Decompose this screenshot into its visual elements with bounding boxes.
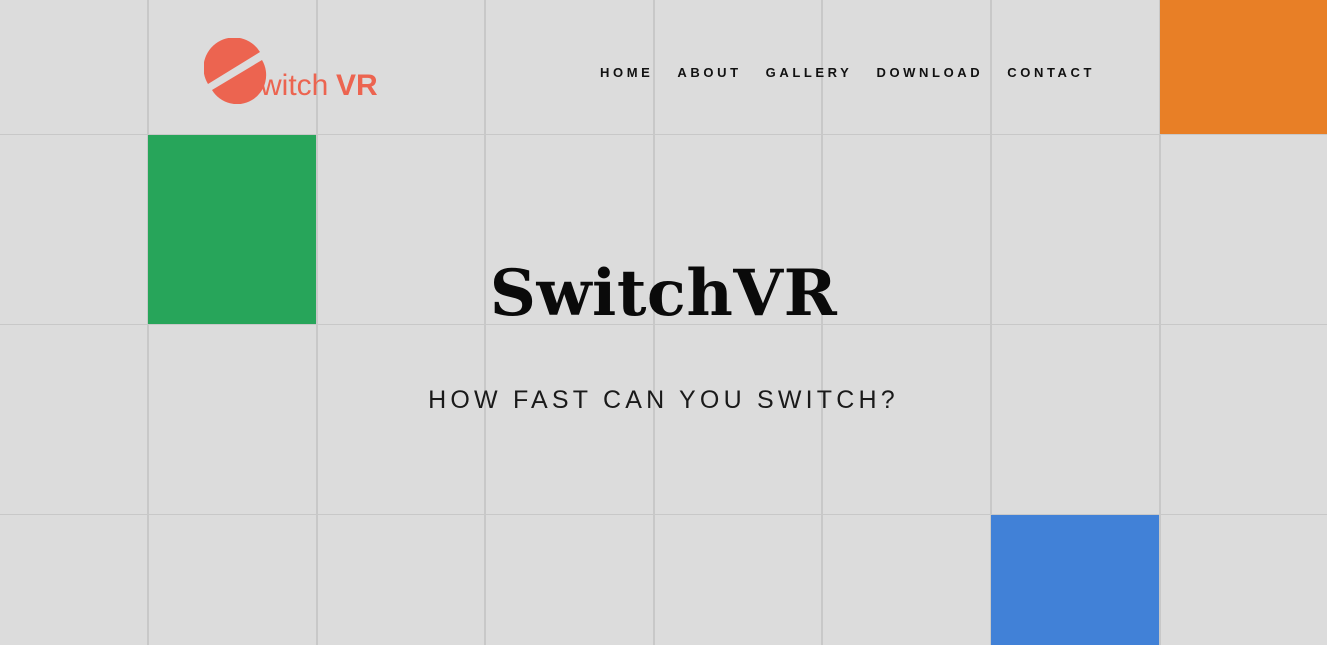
main-nav: HOME ABOUT GALLERY DOWNLOAD CONTACT [600, 65, 1095, 80]
nav-about[interactable]: ABOUT [677, 65, 741, 80]
nav-home[interactable]: HOME [600, 65, 653, 80]
blue-tile [991, 515, 1159, 645]
orange-tile [1160, 0, 1327, 134]
logo-circle-icon [204, 38, 267, 104]
hero-subtitle: HOW FAST CAN YOU SWITCH? [428, 386, 899, 414]
nav-download[interactable]: DOWNLOAD [876, 65, 983, 80]
nav-contact[interactable]: CONTACT [1007, 65, 1095, 80]
logo-text-light: witch [259, 69, 328, 102]
switchvr-logo[interactable]: witch VR [204, 38, 384, 104]
hero-title: SwitchVR [489, 256, 838, 331]
switchvr-logo-icon: witch VR [204, 38, 378, 104]
logo-text-bold: VR [336, 69, 378, 102]
nav-gallery[interactable]: GALLERY [766, 65, 853, 80]
